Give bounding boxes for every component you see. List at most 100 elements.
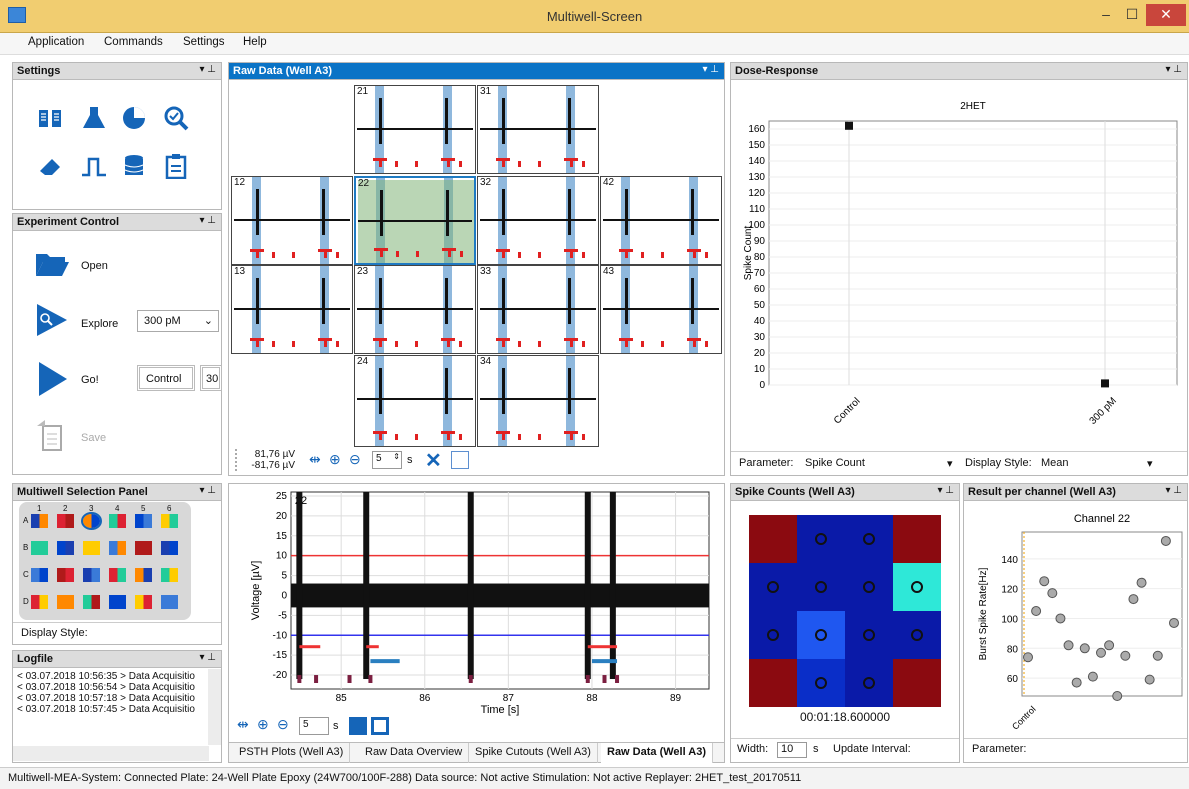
update-interval-label[interactable]: Update Interval: <box>833 743 911 755</box>
pie-chart-icon[interactable] <box>121 105 147 131</box>
log-horizontal-scrollbar[interactable] <box>13 746 209 761</box>
well-D4[interactable] <box>109 595 126 609</box>
result-parameter-label[interactable]: Parameter: <box>972 743 1026 755</box>
well-A4[interactable] <box>109 514 126 528</box>
save-disk-icon[interactable] <box>371 717 389 735</box>
pin-icon[interactable]: ▾ ⊥ <box>937 485 954 496</box>
electrode-cell[interactable] <box>845 515 893 563</box>
pin-icon[interactable]: ▾ ⊥ <box>702 64 719 75</box>
zoom-in-icon[interactable]: ⊕ <box>257 716 269 733</box>
electrode-cell[interactable] <box>893 659 941 707</box>
fit-arrows-icon[interactable]: ⇹ <box>309 451 321 468</box>
zoom-out-icon[interactable]: ⊖ <box>349 451 361 468</box>
next-concentration-button[interactable]: 30 <box>200 365 222 391</box>
chevron-down-icon[interactable]: ▾ <box>947 457 953 470</box>
minimize-button[interactable]: – <box>1093 4 1119 26</box>
channel-31[interactable]: 31 <box>477 85 599 174</box>
tab-raw-data[interactable]: Raw Data (Well A3) <box>601 743 714 763</box>
tab-spike-cutouts[interactable]: Spike Cutouts (Well A3) <box>469 743 598 763</box>
go-label[interactable]: Go! <box>81 374 99 386</box>
electrode-cell[interactable] <box>797 563 845 611</box>
electrode-cell[interactable] <box>749 659 797 707</box>
pin-icon[interactable]: ▾ ⊥ <box>199 215 216 226</box>
well-B5[interactable] <box>135 541 152 555</box>
well-D1[interactable] <box>31 595 48 609</box>
well-D6[interactable] <box>161 595 178 609</box>
well-A6[interactable] <box>161 514 178 528</box>
pin-icon[interactable]: ▾ ⊥ <box>199 652 216 663</box>
parameter-value[interactable]: Spike Count <box>805 457 865 469</box>
explore-icon[interactable] <box>35 304 69 336</box>
well-A5[interactable] <box>135 514 152 528</box>
channel-33[interactable]: 33 <box>477 265 599 354</box>
open-label[interactable]: Open <box>81 260 108 272</box>
well-D3[interactable] <box>83 595 100 609</box>
well-A1[interactable] <box>31 514 48 528</box>
menu-application[interactable]: Application <box>28 36 84 48</box>
electrode-cell[interactable] <box>893 515 941 563</box>
channel-42[interactable]: 42 <box>600 176 722 265</box>
well-D2[interactable] <box>57 595 74 609</box>
concentration-select[interactable]: 300 pM ⌄ <box>137 310 219 332</box>
channel-23[interactable]: 23 <box>354 265 476 354</box>
well-A2[interactable] <box>57 514 74 528</box>
zoom-check-icon[interactable] <box>163 105 189 131</box>
menu-settings[interactable]: Settings <box>183 36 225 48</box>
electrode-cell[interactable] <box>893 563 941 611</box>
spinner-arrows-icon[interactable]: ⇕ <box>393 452 400 461</box>
electrode-cell[interactable] <box>845 611 893 659</box>
tab-raw-data-overview[interactable]: Raw Data Overview <box>359 743 470 763</box>
well-B4[interactable] <box>109 541 126 555</box>
channel-34[interactable]: 34 <box>477 355 599 447</box>
pin-icon[interactable]: ▾ ⊥ <box>199 64 216 75</box>
tab-psth-plots[interactable]: PSTH Plots (Well A3) <box>233 743 351 763</box>
electrode-cell[interactable] <box>845 659 893 707</box>
pulse-icon[interactable] <box>81 153 107 179</box>
database-icon[interactable] <box>121 153 147 179</box>
explore-label[interactable]: Explore <box>81 318 118 330</box>
pin-icon[interactable]: ▾ ⊥ <box>199 485 216 496</box>
zoom-in-icon[interactable]: ⊕ <box>329 451 341 468</box>
well-D5[interactable] <box>135 595 152 609</box>
channel-13[interactable]: 13 <box>231 265 353 354</box>
display-style-value[interactable]: Mean <box>1041 457 1069 469</box>
well-B6[interactable] <box>161 541 178 555</box>
channel-22[interactable]: 22 <box>354 176 476 265</box>
menu-help[interactable]: Help <box>243 36 267 48</box>
pin-icon[interactable]: ▾ ⊥ <box>1165 485 1182 496</box>
folder-open-icon[interactable] <box>35 250 69 278</box>
electrode-cell[interactable] <box>749 515 797 563</box>
zoom-out-icon[interactable]: ⊖ <box>277 716 289 733</box>
electrode-cell[interactable] <box>845 563 893 611</box>
menu-commands[interactable]: Commands <box>104 36 163 48</box>
control-button[interactable]: Control <box>137 365 195 391</box>
well-C2[interactable] <box>57 568 74 582</box>
well-C4[interactable] <box>109 568 126 582</box>
channel-12[interactable]: 12 <box>231 176 353 265</box>
channel-43[interactable]: 43 <box>600 265 722 354</box>
book-icon[interactable] <box>37 105 63 131</box>
channel-21[interactable]: 21 <box>354 85 476 174</box>
well-B1[interactable] <box>31 541 48 555</box>
well-B3[interactable] <box>83 541 100 555</box>
well-C3[interactable] <box>83 568 100 582</box>
well-A3[interactable] <box>81 512 102 530</box>
electrode-cell[interactable] <box>797 611 845 659</box>
electrode-cell[interactable] <box>749 611 797 659</box>
electrode-cell[interactable] <box>749 563 797 611</box>
stop-icon[interactable] <box>349 717 367 735</box>
clipboard-icon[interactable] <box>163 153 189 179</box>
electrode-cell[interactable] <box>797 515 845 563</box>
electrode-cell[interactable] <box>797 659 845 707</box>
well-C6[interactable] <box>161 568 178 582</box>
well-C5[interactable] <box>135 568 152 582</box>
pin-icon[interactable]: ▾ ⊥ <box>1165 64 1182 75</box>
close-button[interactable]: ✕ <box>1146 4 1186 26</box>
eraser-icon[interactable] <box>37 153 63 179</box>
flask-icon[interactable] <box>81 105 107 131</box>
electrode-cell[interactable] <box>893 611 941 659</box>
plot-window-spinner[interactable]: 5 <box>299 717 329 735</box>
maximize-button[interactable]: ☐ <box>1119 4 1145 26</box>
chevron-down-icon[interactable]: ▾ <box>1147 457 1153 470</box>
well-C1[interactable] <box>31 568 48 582</box>
